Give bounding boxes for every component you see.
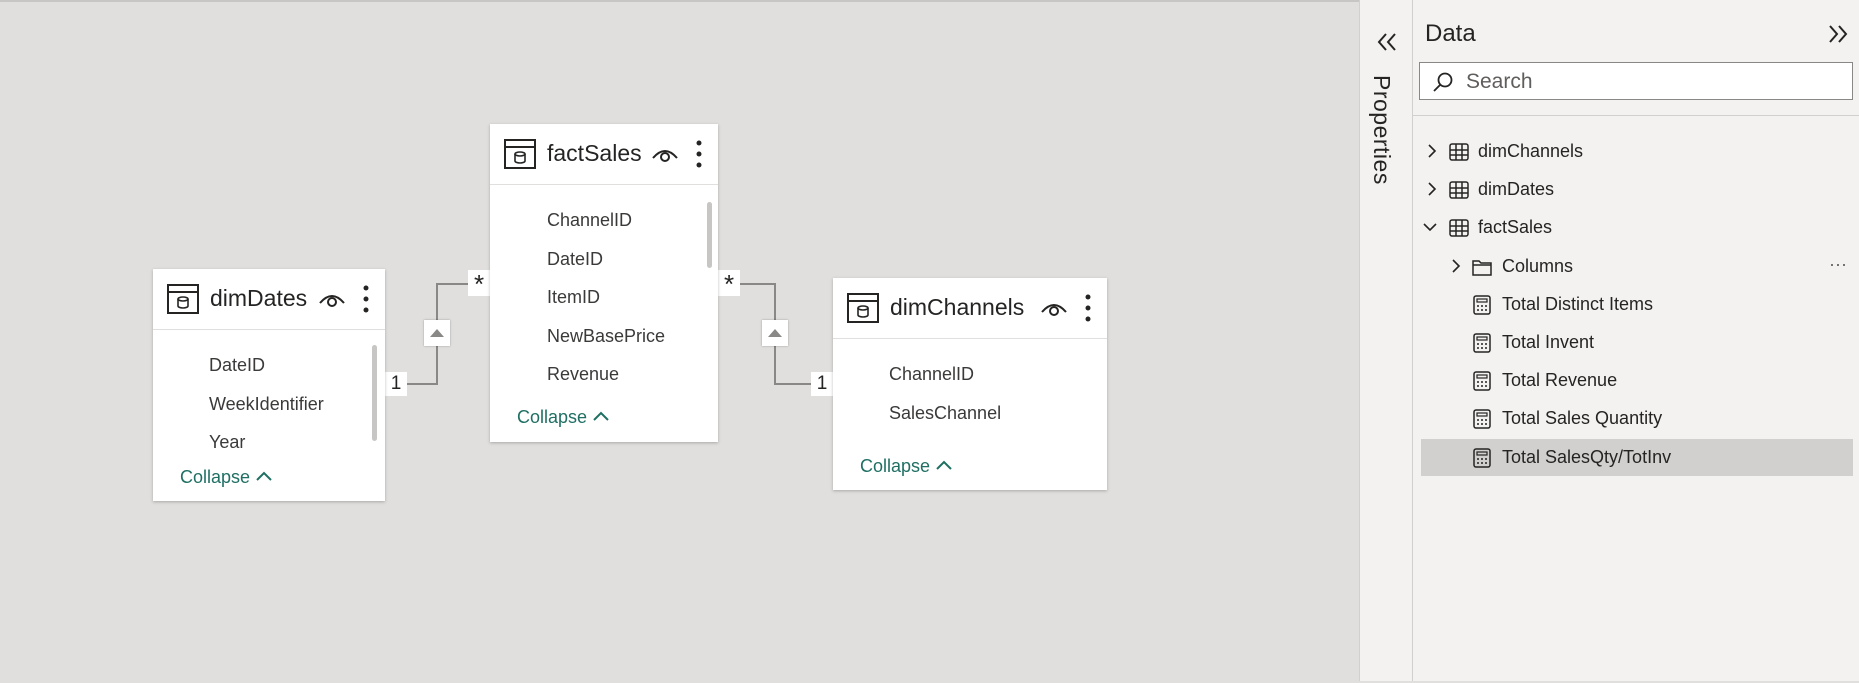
- calculator-icon: [1473, 295, 1491, 315]
- table-icon: [1449, 219, 1469, 237]
- more-options-icon[interactable]: [696, 140, 702, 168]
- calculator-icon: [1473, 409, 1491, 429]
- caret-up-icon: [768, 329, 782, 337]
- field-item[interactable]: ChannelID: [889, 364, 974, 385]
- more-options-icon[interactable]: ···: [1829, 254, 1847, 275]
- chevron-right-icon[interactable]: [1425, 144, 1439, 158]
- chevron-up-icon: [593, 411, 609, 421]
- tree-item-label: dimDates: [1478, 179, 1555, 199]
- field-item[interactable]: DateID: [547, 249, 603, 270]
- one-badge-channels: 1: [811, 372, 833, 396]
- many-badge-channels: *: [718, 270, 740, 298]
- chevron-up-icon: [256, 471, 272, 481]
- table-title: dimChannels: [890, 294, 1025, 320]
- tree-item-dimdates[interactable]: dimDates: [1421, 171, 1853, 208]
- chevron-up-icon: [936, 460, 952, 470]
- collapse-button[interactable]: Collapse: [517, 407, 610, 428]
- table-title: factSales: [547, 140, 642, 166]
- collapse-button[interactable]: Collapse: [180, 467, 273, 488]
- scrollbar[interactable]: [372, 345, 377, 441]
- table-card-header[interactable]: factSales: [490, 124, 718, 185]
- collapse-label: Collapse: [860, 456, 931, 476]
- table-icon: [504, 139, 536, 169]
- more-options-icon[interactable]: [1085, 294, 1091, 322]
- filter-direction-button-channels[interactable]: [762, 320, 788, 346]
- table-icon: [847, 293, 879, 323]
- filter-direction-button-dates[interactable]: [424, 320, 450, 346]
- table-icon: [167, 284, 199, 314]
- many-badge-dates: *: [468, 270, 490, 298]
- one-badge-dates: 1: [385, 372, 407, 396]
- field-item[interactable]: WeekIdentifier: [209, 394, 324, 415]
- eye-icon[interactable]: [319, 291, 345, 307]
- properties-label[interactable]: Properties: [1368, 75, 1395, 185]
- collapse-button[interactable]: Collapse: [860, 456, 953, 477]
- caret-up-icon: [430, 329, 444, 337]
- double-chevron-right-icon[interactable]: [1827, 24, 1849, 44]
- scrollbar[interactable]: [707, 202, 712, 268]
- table-card-header[interactable]: dimDates: [153, 269, 385, 330]
- chevron-right-icon[interactable]: [1449, 259, 1463, 273]
- field-item[interactable]: ItemID: [547, 287, 600, 308]
- table-title: dimDates: [210, 285, 308, 311]
- calculator-icon: [1473, 333, 1491, 353]
- double-chevron-left-icon[interactable]: [1376, 32, 1398, 52]
- table-icon: [1449, 181, 1469, 199]
- table-card-dimdates[interactable]: dimDates DateID WeekIdentifier Year Coll…: [153, 269, 385, 501]
- data-pane: Data dimChannels dimDates factSales Colu…: [1413, 0, 1859, 681]
- field-item[interactable]: Year: [209, 432, 245, 453]
- eye-icon[interactable]: [652, 146, 678, 162]
- tree-item-factsales[interactable]: factSales: [1421, 209, 1853, 246]
- tree-item-measure[interactable]: Total Invent: [1421, 324, 1853, 361]
- collapse-label: Collapse: [180, 467, 251, 487]
- eye-icon[interactable]: [1041, 300, 1067, 316]
- tree-item-label: Columns: [1502, 256, 1574, 276]
- tree-item-label: Total Sales Quantity: [1502, 408, 1663, 428]
- search-box[interactable]: [1419, 62, 1853, 100]
- folder-icon: [1472, 260, 1492, 276]
- field-item[interactable]: NewBasePrice: [547, 326, 665, 347]
- divider: [1413, 115, 1859, 116]
- tree-item-label: Total Revenue: [1502, 370, 1618, 390]
- tree-item-measure[interactable]: Total Revenue: [1421, 362, 1853, 399]
- calculator-icon: [1473, 448, 1491, 468]
- tree-item-label: Total Distinct Items: [1502, 294, 1654, 314]
- model-canvas[interactable]: * 1 * 1 dimDates DateID WeekIdentifier Y…: [0, 0, 1359, 681]
- field-item[interactable]: Revenue: [547, 364, 619, 385]
- table-card-header[interactable]: dimChannels: [833, 278, 1107, 339]
- data-pane-title: Data: [1425, 20, 1476, 47]
- collapse-label: Collapse: [517, 407, 588, 427]
- tree-item-measure[interactable]: Total Sales Quantity: [1421, 400, 1853, 437]
- tree-item-label: factSales: [1478, 217, 1553, 237]
- field-item[interactable]: SalesChannel: [889, 403, 1001, 424]
- table-icon: [1449, 143, 1469, 161]
- more-options-icon[interactable]: [363, 285, 369, 313]
- search-input[interactable]: [1464, 68, 1848, 96]
- tree-item-columns[interactable]: Columns ···: [1421, 248, 1853, 285]
- tree-item-label: dimChannels: [1478, 141, 1584, 161]
- table-card-factsales[interactable]: factSales ChannelID DateID ItemID NewBas…: [490, 124, 718, 442]
- calculator-icon: [1473, 371, 1491, 391]
- field-item[interactable]: ChannelID: [547, 210, 632, 231]
- search-icon: [1433, 72, 1453, 92]
- tree-item-measure-selected[interactable]: Total SalesQty/TotInv: [1421, 439, 1853, 476]
- chevron-right-icon[interactable]: [1425, 182, 1439, 196]
- tree-item-dimchannels[interactable]: dimChannels: [1421, 133, 1853, 170]
- field-item[interactable]: DateID: [209, 355, 265, 376]
- tree-item-measure[interactable]: Total Distinct Items: [1421, 286, 1853, 323]
- chevron-down-icon[interactable]: [1423, 220, 1437, 234]
- tree-item-label: Total Invent: [1502, 332, 1595, 352]
- table-card-dimchannels[interactable]: dimChannels ChannelID SalesChannel Colla…: [833, 278, 1107, 490]
- tree-item-label: Total SalesQty/TotInv: [1502, 447, 1672, 467]
